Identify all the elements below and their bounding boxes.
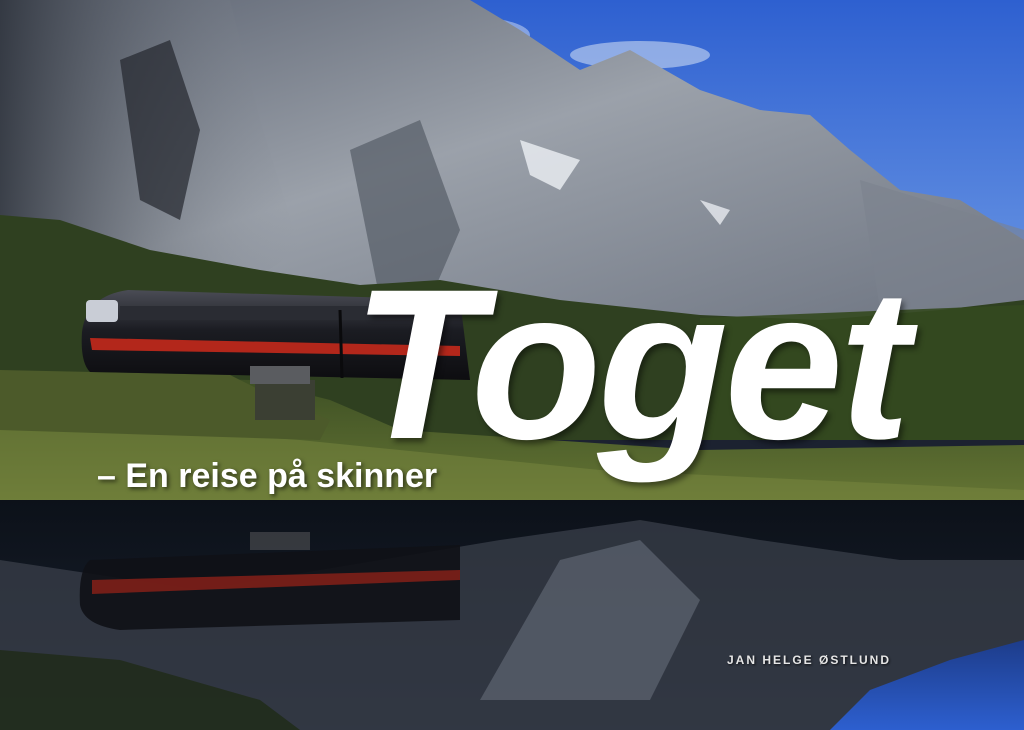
book-title: Toget [352,245,910,484]
book-subtitle: – En reise på skinner [97,457,438,495]
author-name: JAN HELGE ØSTLUND [727,653,892,667]
